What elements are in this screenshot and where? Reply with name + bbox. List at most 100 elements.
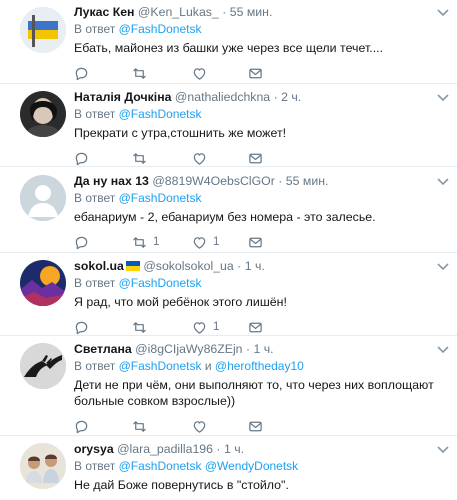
like-button[interactable] [192,65,213,81]
display-name[interactable]: Лукас Кен [74,5,135,19]
avatar[interactable] [20,7,66,53]
tweet-text: Дети не при чём, они выполняют то, что ч… [74,378,434,408]
tweet[interactable]: orysya @lara_padilla196 · 1 ч. В ответ @… [0,436,457,500]
retweet-icon [133,420,146,432]
reply-icon [75,321,88,334]
dm-button[interactable] [248,319,263,335]
envelope-icon [249,153,262,163]
timestamp[interactable]: 55 мин. [286,174,329,188]
display-name[interactable]: Наталія Дочкіна [74,90,172,104]
avatar[interactable] [20,91,66,137]
tweet[interactable]: Да ну нах 13 @8819W4OebsClGOr · 55 мин. … [0,167,457,253]
dm-button[interactable] [248,65,263,81]
tweet[interactable]: Светлана @i8gCIjaWy86ZEjn · 1 ч. В ответ… [0,336,457,436]
tweet-actions [74,150,314,166]
timestamp[interactable]: 1 ч. [224,442,244,456]
display-name[interactable]: Да ну нах 13 [74,174,149,188]
mention-link[interactable]: @WendyDonetsk [205,459,298,473]
ukraine-flag-icon [125,261,140,271]
chevron-down-icon[interactable] [435,4,451,20]
timestamp[interactable]: 1 ч. [253,342,273,356]
timestamp[interactable]: 55 мин. [230,5,273,19]
chevron-down-icon[interactable] [435,441,451,457]
reply-context: В ответ @FashDonetsk [74,107,202,121]
display-name[interactable]: sokol.ua [74,259,124,273]
hands-avatar-icon [20,343,66,389]
tweet-actions [74,418,314,434]
user-handle[interactable]: @Ken_Lukas_ [138,5,219,19]
tweet-actions: 1 1 [74,234,314,250]
reply-context: В ответ @FashDonetsk [74,276,202,290]
tweet[interactable]: Наталія Дочкіна @nathaliedchkna · 2 ч. В… [0,84,457,167]
mention-link[interactable]: @FashDonetsk [119,276,202,290]
reply-button[interactable] [74,65,89,81]
like-button[interactable] [192,150,213,166]
kids-avatar-icon [20,443,66,489]
mention-link[interactable]: @FashDonetsk [119,191,202,205]
retweet-button[interactable]: 1 [132,234,159,250]
flag-avatar-icon [20,7,66,53]
mention-link[interactable]: @FashDonetsk [119,359,202,373]
reply-button[interactable] [74,319,89,335]
reply-icon [75,420,88,433]
user-handle[interactable]: @i8gCIjaWy86ZEjn [135,342,242,356]
heart-icon [193,152,206,165]
heart-icon [193,236,206,249]
reply-context: В ответ @FashDonetsk @WendyDonetsk [74,459,299,473]
like-button[interactable]: 1 [192,319,219,335]
tweet-text: Прекрати с утра,стошнить же может! [74,126,287,140]
tweet[interactable]: sokol.ua @sokolsokol_ua · 1 ч. В ответ @… [0,253,457,336]
avatar[interactable] [20,175,66,221]
chevron-down-icon[interactable] [435,258,451,274]
retweet-icon [133,152,146,164]
display-name[interactable]: orysya [74,442,114,456]
display-name[interactable]: Светлана [74,342,132,356]
envelope-icon [249,421,262,431]
mention-link[interactable]: @FashDonetsk [119,22,202,36]
like-button[interactable]: 1 [192,234,219,250]
retweet-button[interactable] [132,319,153,335]
retweet-button[interactable] [132,418,153,434]
timestamp[interactable]: 2 ч. [281,90,301,104]
user-handle[interactable]: @8819W4OebsClGOr [152,174,275,188]
heart-icon [193,420,206,433]
reply-context: В ответ @FashDonetsk [74,191,202,205]
photo-avatar-icon [20,91,66,137]
reply-button[interactable] [74,418,89,434]
like-count: 1 [213,321,220,333]
tweet-text: Ебать, майонез из башки уже через все ще… [74,41,384,55]
reply-button[interactable] [74,234,89,250]
avatar[interactable] [20,443,66,489]
reply-icon [75,152,88,165]
mention-link[interactable]: @heroftheday10 [215,359,304,373]
dm-button[interactable] [248,234,263,250]
dm-button[interactable] [248,150,263,166]
user-handle[interactable]: @lara_padilla196 [117,442,213,456]
mention-link[interactable]: @FashDonetsk [119,459,202,473]
mention-link[interactable]: @FashDonetsk [119,107,202,121]
heart-icon [193,321,206,334]
avatar[interactable] [20,343,66,389]
reply-button[interactable] [74,150,89,166]
avatar[interactable] [20,260,66,306]
user-handle[interactable]: @sokolsokol_ua [143,259,233,273]
chevron-down-icon[interactable] [435,173,451,189]
timestamp[interactable]: 1 ч. [245,259,265,273]
like-count: 1 [213,236,220,248]
chevron-down-icon[interactable] [435,89,451,105]
retweet-button[interactable] [132,150,153,166]
like-button[interactable] [192,418,213,434]
reply-icon [75,67,88,80]
user-handle[interactable]: @nathaliedchkna [175,90,270,104]
retweet-icon [133,236,146,248]
replies-feed: Лукас Кен @Ken_Lukas_ · 55 мин. В ответ … [0,0,457,500]
retweet-button[interactable] [132,65,153,81]
tweet-text: Не дай Боже повернутись в "стойло". [74,478,289,492]
tweet-text: Я рад, что мой ребёнок этого лишён! [74,295,287,309]
tweet-actions [74,65,314,81]
envelope-icon [249,237,262,247]
retweet-icon [133,321,146,333]
chevron-down-icon[interactable] [435,341,451,357]
tweet[interactable]: Лукас Кен @Ken_Lukas_ · 55 мин. В ответ … [0,0,457,84]
dm-button[interactable] [248,418,263,434]
